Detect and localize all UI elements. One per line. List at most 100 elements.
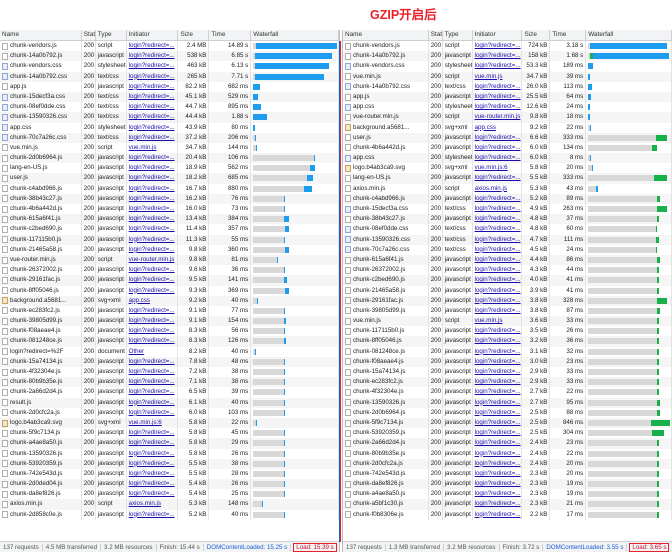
request-row[interactable]: chunk-c4abd966.js 200 javascript login?redi…	[343, 193, 672, 204]
column-header-name[interactable]: Name	[0, 30, 82, 40]
request-row[interactable]: chunk-2d0ded04.js 200 javascript login?redi…	[0, 479, 340, 490]
request-initiator[interactable]: login?redirect=...	[473, 458, 523, 469]
request-row[interactable]: chunk-742e543d.js 200 javascript login?redi…	[343, 468, 672, 480]
request-initiator[interactable]: login?redirect=...	[473, 346, 523, 357]
request-row[interactable]: chunk-c2bed690.js 200 javascript login?redi…	[0, 224, 340, 235]
request-initiator[interactable]: login?redirect=...	[127, 122, 179, 133]
request-initiator[interactable]: vue.min.js:6	[127, 417, 179, 429]
request-initiator[interactable]: login?redirect=...	[127, 61, 179, 72]
request-initiator[interactable]: vue.min.js:6	[473, 163, 523, 174]
request-row[interactable]: app.css 200 stylesheet login?redirect=... 43…	[0, 122, 340, 133]
request-row[interactable]: chunk-13590326.js 200 javascript login?redi…	[0, 448, 340, 459]
column-header-type[interactable]: Type	[443, 30, 473, 40]
request-row[interactable]: chunk-38b43c27.js 200 javascript login?redi…	[0, 193, 340, 204]
request-initiator[interactable]: vue-router.min.js	[127, 254, 179, 266]
request-initiator[interactable]: login?redirect=...	[473, 479, 523, 490]
request-row[interactable]: chunk-14a0b792.js 200 javascript login?redi…	[0, 51, 340, 62]
request-initiator[interactable]: login?redirect=...	[127, 356, 179, 367]
request-initiator[interactable]: login?redirect=...	[127, 71, 179, 82]
request-initiator[interactable]: vue-router.min.js	[473, 112, 523, 123]
request-initiator[interactable]: login?redirect=...	[127, 224, 179, 235]
request-row[interactable]: chunk-70c7a26c.css 200 text/css login?redir…	[343, 244, 672, 255]
request-row[interactable]: chunk-5f9c7134.js 200 javascript login?redi…	[0, 428, 340, 439]
request-initiator[interactable]: login?redirect=...	[473, 468, 523, 480]
request-row[interactable]: chunk-a4ae8a50.js 200 javascript login?redi…	[343, 489, 672, 500]
request-row[interactable]: chunk-14a0b792.css 200 text/css login?redir…	[343, 81, 672, 92]
request-row[interactable]: chunk-15a74134.js 200 javascript login?redi…	[0, 356, 340, 367]
request-initiator[interactable]: login?redirect=...	[473, 142, 523, 154]
request-initiator[interactable]: login?redirect=...	[473, 509, 523, 520]
request-row[interactable]: chunk-26372002.js 200 javascript login?redi…	[0, 265, 340, 276]
column-header-time[interactable]: Time	[209, 30, 252, 40]
request-row[interactable]: user.js 200 javascript login?redirect=... 18…	[0, 173, 340, 184]
request-row[interactable]: chunk-c4abd966.js 200 javascript login?redi…	[0, 183, 340, 194]
request-initiator[interactable]: login?redirect=...	[127, 448, 179, 459]
request-initiator[interactable]: login?redirect=...	[127, 458, 179, 469]
request-initiator[interactable]: login?redirect=...	[473, 102, 523, 113]
request-initiator[interactable]: login?redirect=...	[473, 438, 523, 449]
request-initiator[interactable]: login?redirect=...	[473, 326, 523, 337]
request-row[interactable]: vue-router.min.js 200 script vue-router.min…	[343, 112, 672, 123]
request-initiator[interactable]: axios.min.js	[127, 499, 179, 510]
request-row[interactable]: chunk-2d858c0e.js 200 javascript login?redi…	[0, 509, 340, 520]
request-initiator[interactable]: login?redirect=...	[127, 214, 179, 225]
request-initiator[interactable]: login?redirect=...	[127, 336, 179, 347]
request-initiator[interactable]: login?redirect=...	[473, 244, 523, 255]
request-row[interactable]: lang-en-US.js 200 javascript login?redirect…	[343, 173, 672, 184]
request-row[interactable]: chunk-vendors.css 200 stylesheet login?redi…	[343, 61, 672, 72]
request-row[interactable]: chunk-2d0cfc2a.js 200 javascript login?redi…	[0, 407, 340, 418]
request-row[interactable]: chunk-c2bed690.js 200 javascript login?redi…	[343, 275, 672, 286]
request-row[interactable]: chunk-14a0b792.css 200 text/css login?redir…	[0, 71, 340, 82]
request-row[interactable]: chunk-a4ae8a50.js 200 javascript login?redi…	[0, 438, 340, 449]
request-row[interactable]: axios.min.js 200 script axios.min.js 5.3 kB 1…	[0, 499, 340, 510]
request-initiator[interactable]: login?redirect=...	[127, 51, 179, 62]
request-row[interactable]: chunk-2d0b6964.js 200 javascript login?redi…	[343, 407, 672, 418]
request-row[interactable]: chunk-f08aeae4.js 200 javascript login?redi…	[0, 326, 340, 337]
request-initiator[interactable]: login?redirect=...	[473, 153, 523, 164]
request-row[interactable]: chunk-117115b0.js 200 javascript login?redi…	[0, 234, 340, 245]
request-initiator[interactable]: login?redirect=...	[127, 397, 179, 408]
request-row[interactable]: chunk-13590326.js 200 javascript login?redi…	[343, 397, 672, 408]
request-row[interactable]: chunk-38b43c27.js 200 javascript login?redi…	[343, 214, 672, 225]
request-initiator[interactable]: login?redirect=...	[473, 204, 523, 215]
request-row[interactable]: chunk-53920359.js 200 javascript login?redi…	[343, 428, 672, 439]
request-row[interactable]: chunk-vendors.js 200 script login?redirect=…	[0, 41, 340, 52]
request-row[interactable]: chunk-15a74134.js 200 javascript login?redi…	[343, 367, 672, 378]
request-initiator[interactable]: app.css	[473, 122, 523, 133]
request-row[interactable]: chunk-15decf3a.css 200 text/css login?redir…	[343, 204, 672, 215]
column-header-time[interactable]: Time	[550, 30, 587, 40]
request-initiator[interactable]: axios.min.js	[473, 183, 523, 194]
request-initiator[interactable]: login?redirect=...	[127, 265, 179, 276]
column-header-size[interactable]: Size	[178, 30, 210, 40]
request-initiator[interactable]: login?redirect=...	[127, 428, 179, 439]
request-row[interactable]: chunk-742e543d.js 200 javascript login?redi…	[0, 468, 340, 480]
request-initiator[interactable]: login?redirect=...	[473, 265, 523, 276]
request-initiator[interactable]: Other	[127, 346, 179, 357]
request-row[interactable]: chunk-70c7a26c.css 200 text/css login?redir…	[0, 132, 340, 143]
column-header-initiator[interactable]: Initiator	[473, 30, 523, 40]
request-initiator[interactable]: login?redirect=...	[127, 112, 179, 123]
request-row[interactable]: chunk-4b6a442d.js 200 javascript login?redi…	[343, 142, 672, 154]
request-initiator[interactable]: login?redirect=...	[473, 234, 523, 245]
request-initiator[interactable]: login?redirect=...	[127, 204, 179, 215]
column-header-waterfall[interactable]: Waterfall	[586, 30, 672, 40]
request-initiator[interactable]: login?redirect=...	[473, 387, 523, 398]
request-row[interactable]: lang-en-US.js 200 javascript login?redirect…	[0, 163, 340, 174]
column-header-type[interactable]: Type	[96, 30, 127, 40]
request-initiator[interactable]: login?redirect=...	[473, 214, 523, 225]
request-initiator[interactable]: login?redirect=...	[473, 81, 523, 92]
request-row[interactable]: chunk-80b9b35e.js 200 javascript login?redi…	[0, 377, 340, 388]
request-row[interactable]: chunk-f0b8306e.js 200 javascript login?redi…	[343, 509, 672, 520]
request-initiator[interactable]: login?redirect=...	[473, 448, 523, 459]
request-initiator[interactable]: login?redirect=...	[473, 193, 523, 204]
request-row[interactable]: chunk-4f32304e.js 200 javascript login?redi…	[343, 387, 672, 398]
request-row[interactable]: chunk-da8ef826.js 200 javascript login?redi…	[0, 489, 340, 500]
request-initiator[interactable]: login?redirect=...	[127, 305, 179, 317]
column-header-waterfall[interactable]: Waterfall	[251, 30, 340, 40]
request-initiator[interactable]: vue.min.js	[473, 316, 523, 327]
request-row[interactable]: chunk-29161fac.js 200 javascript login?redi…	[343, 295, 672, 306]
request-initiator[interactable]: login?redirect=...	[127, 377, 179, 388]
request-row[interactable]: app.js 200 javascript login?redirect=... 82.…	[0, 81, 340, 92]
request-initiator[interactable]: login?redirect=...	[473, 356, 523, 367]
request-row[interactable]: vue.min.js 200 script vue.min.js 3.6 kB 33 ms	[343, 316, 672, 327]
